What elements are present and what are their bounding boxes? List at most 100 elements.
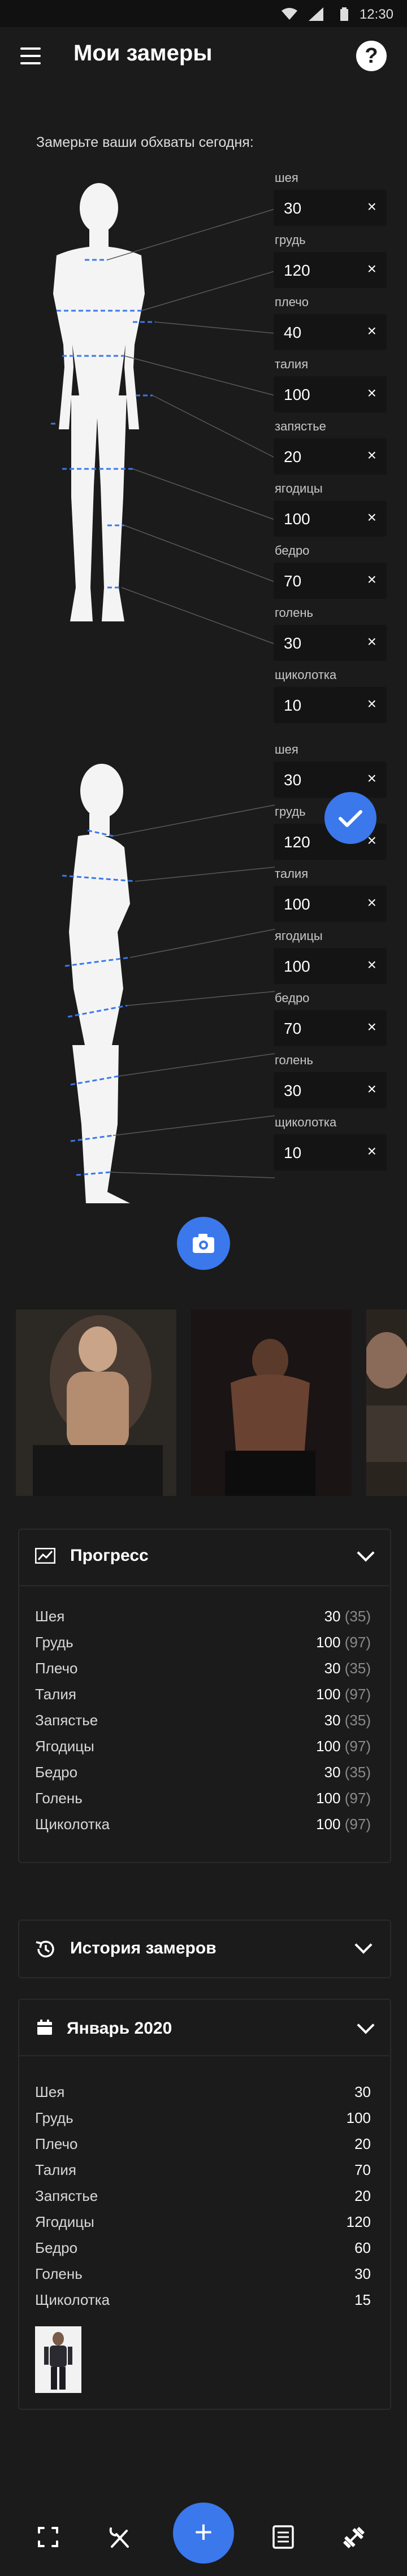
month-row-value: 30 (354, 2083, 371, 2100)
month-row-label: Щиколотка (35, 2291, 110, 2308)
front-field-waist[interactable]: 100 × (274, 376, 387, 412)
field-value[interactable]: 30 (284, 199, 301, 217)
front-field-chest[interactable]: 120 × (274, 252, 387, 288)
front-field-wrist[interactable]: 20 × (274, 438, 387, 475)
dumbbell-icon[interactable] (341, 2525, 366, 2550)
field-value[interactable]: 70 (284, 1020, 301, 1038)
field-value[interactable]: 70 (284, 572, 301, 590)
month-row-value: 70 (354, 2161, 371, 2178)
progress-photo[interactable] (16, 1309, 176, 1496)
save-measurements-button[interactable] (324, 792, 376, 844)
side-field-calf[interactable]: 30 × (274, 1072, 387, 1108)
side-label-calf: голень (275, 1053, 313, 1067)
front-field-glutes[interactable]: 100 × (274, 501, 387, 537)
clear-icon[interactable]: × (367, 1142, 376, 1160)
month-row-value: 100 (346, 2109, 371, 2126)
menu-icon[interactable] (20, 47, 41, 64)
side-field-glutes[interactable]: 100 × (274, 948, 387, 984)
field-value[interactable]: 120 (284, 262, 310, 280)
progress-row-label: Шея (35, 1608, 65, 1625)
field-value[interactable]: 100 (284, 958, 310, 976)
field-value[interactable]: 30 (284, 771, 301, 789)
front-label-waist: талия (275, 357, 309, 371)
clear-icon[interactable]: × (367, 198, 376, 216)
progress-row-label: Щиколотка (35, 1816, 110, 1833)
front-label-neck: шея (275, 171, 298, 185)
progress-row-label: Талия (35, 1686, 76, 1703)
clear-icon[interactable]: × (367, 695, 376, 713)
progress-row-value: 100 (97) (316, 1738, 371, 1755)
field-value[interactable]: 20 (284, 448, 301, 466)
front-field-neck[interactable]: 30 × (274, 190, 387, 226)
add-button[interactable]: + (173, 2503, 234, 2564)
history-icon (36, 1940, 54, 1957)
field-value[interactable]: 10 (284, 1144, 301, 1162)
front-field-calf[interactable]: 30 × (274, 625, 387, 661)
side-field-ankle[interactable]: 10 × (274, 1134, 387, 1170)
status-bar: 12:30 (0, 0, 407, 27)
progress-photo[interactable] (366, 1309, 407, 1496)
field-value[interactable]: 40 (284, 324, 301, 342)
progress-row-label: Ягодицы (35, 1738, 94, 1755)
food-icon[interactable] (107, 2525, 132, 2550)
month-row-label: Грудь (35, 2109, 73, 2126)
clear-icon[interactable]: × (367, 508, 376, 526)
clear-icon[interactable]: × (367, 384, 376, 402)
help-icon[interactable]: ? (356, 41, 387, 71)
front-field-shoulder[interactable]: 40 × (274, 314, 387, 350)
field-value[interactable]: 30 (284, 634, 301, 652)
history-title: История замеров (70, 1939, 217, 1957)
field-value[interactable]: 100 (284, 510, 310, 528)
front-label-chest: грудь (275, 233, 306, 247)
side-label-glutes: ягодицы (275, 929, 323, 943)
field-value[interactable]: 100 (284, 895, 310, 913)
month-row-label: Ягодицы (35, 2213, 94, 2230)
photo-image (16, 1309, 176, 1496)
photo-image (191, 1309, 352, 1496)
progress-photo[interactable] (191, 1309, 352, 1496)
check-icon (339, 810, 362, 827)
month-photo-thumbnail[interactable] (35, 2326, 81, 2393)
front-label-calf: голень (275, 606, 313, 620)
month-row-value: 20 (354, 2135, 371, 2152)
month-row-value: 15 (354, 2291, 371, 2308)
side-field-waist[interactable]: 100 × (274, 886, 387, 922)
clear-icon[interactable]: × (367, 446, 376, 464)
month-row-label: Голень (35, 2265, 83, 2282)
clear-icon[interactable]: × (367, 1080, 376, 1098)
status-time: 12:30 (359, 7, 393, 22)
clear-icon[interactable]: × (367, 1018, 376, 1036)
clear-icon[interactable]: × (367, 633, 376, 651)
progress-row-value: 30 (35) (324, 1712, 371, 1729)
month-row-label: Шея (35, 2083, 65, 2100)
field-value[interactable]: 120 (284, 833, 310, 851)
side-label-thigh: бедро (275, 991, 310, 1005)
list-icon[interactable] (272, 2525, 294, 2549)
front-field-thigh[interactable]: 70 × (274, 563, 387, 599)
calendar-icon (37, 2020, 52, 2035)
add-photo-button[interactable] (177, 1217, 230, 1270)
clear-icon[interactable]: × (367, 571, 376, 589)
clear-icon[interactable]: × (367, 322, 376, 340)
progress-row-value: 30 (35) (324, 1660, 371, 1677)
app-bar: Мои замеры ? (0, 27, 407, 86)
field-value[interactable]: 10 (284, 697, 301, 715)
field-value[interactable]: 30 (284, 1082, 301, 1100)
side-label-waist: талия (275, 867, 309, 881)
side-field-thigh[interactable]: 70 × (274, 1010, 387, 1046)
month-title: Январь 2020 (67, 2019, 172, 2038)
month-row-value: 60 (354, 2239, 371, 2256)
month-row-value: 120 (346, 2213, 371, 2230)
month-row-label: Бедро (35, 2239, 78, 2256)
dashboard-icon[interactable] (37, 2526, 59, 2548)
clear-icon[interactable]: × (367, 956, 376, 974)
front-field-ankle[interactable]: 10 × (274, 687, 387, 723)
clear-icon[interactable]: × (367, 894, 376, 912)
front-label-wrist: запястье (275, 419, 326, 433)
progress-row-value: 30 (35) (324, 1764, 371, 1781)
month-row-label: Талия (35, 2161, 76, 2178)
field-value[interactable]: 100 (284, 386, 310, 404)
clear-icon[interactable]: × (367, 260, 376, 278)
progress-row-value: 30 (35) (324, 1608, 371, 1625)
clear-icon[interactable]: × (367, 769, 376, 787)
